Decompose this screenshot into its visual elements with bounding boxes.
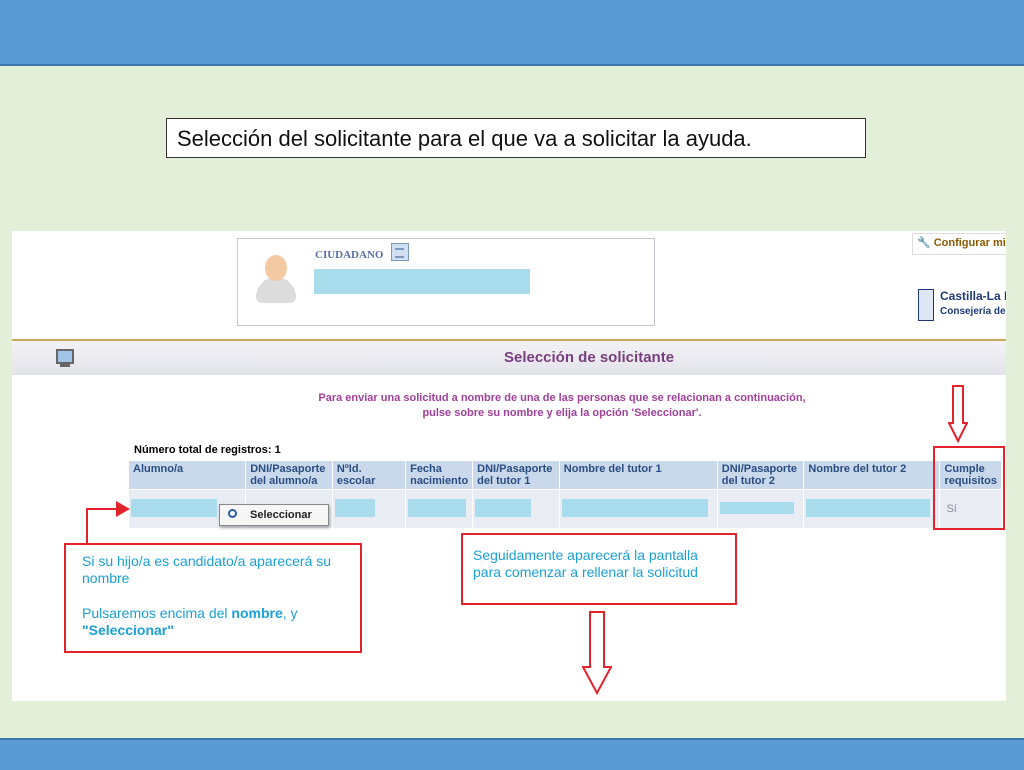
radio-icon bbox=[228, 509, 237, 518]
crest-icon bbox=[918, 289, 934, 321]
requisitos-highlight bbox=[933, 446, 1005, 530]
config-button[interactable]: 🔧 Configurar mi bbox=[912, 233, 1006, 255]
redacted-value bbox=[561, 498, 708, 517]
cell-dni-tutor2 bbox=[716, 489, 805, 529]
redacted-value bbox=[408, 498, 467, 517]
callout-left-line2: Pulsaremos encima del nombre, y bbox=[82, 605, 298, 621]
col-dni-tutor1[interactable]: DNI/Pasaporte del tutor 1 bbox=[472, 460, 560, 490]
pointer-arrowhead-icon bbox=[116, 501, 130, 517]
app-screenshot: CIUDADANO 🔧Configurar mi Castilla-La M C… bbox=[12, 231, 1006, 701]
instruction-line2: pulse sobre su nombre y elija la opción … bbox=[422, 407, 702, 419]
cell-dni-tutor1 bbox=[472, 489, 560, 529]
castilla-logo: Castilla-La M Consejería de E bbox=[918, 287, 1006, 323]
pointer-line-v bbox=[86, 508, 88, 545]
ciudadano-label: CIUDADANO bbox=[315, 249, 384, 261]
slide-bottom-bar bbox=[0, 738, 1024, 770]
callout-middle-text: Seguidamente aparecerá la pantalla para … bbox=[473, 547, 698, 580]
col-id-escolar[interactable]: NºId. escolar bbox=[331, 460, 407, 490]
redacted-value bbox=[131, 498, 217, 517]
instructions: Para enviar una solicitud a nombre de un… bbox=[192, 391, 932, 421]
down-arrow-icon bbox=[582, 611, 612, 695]
user-card: CIUDADANO bbox=[237, 238, 655, 326]
select-label: Seleccionar bbox=[250, 509, 312, 521]
cell-fecha bbox=[405, 489, 474, 529]
redacted-value bbox=[719, 501, 794, 514]
section-header: Selección de solicitante bbox=[12, 341, 1006, 375]
slide-title: Selección del solicitante para el que va… bbox=[166, 118, 866, 158]
record-count: Número total de registros: 1 bbox=[134, 444, 281, 456]
redacted-value bbox=[334, 498, 375, 517]
down-arrow-icon bbox=[948, 385, 968, 443]
cell-nombre-tutor1 bbox=[558, 489, 718, 529]
col-dni-tutor2[interactable]: DNI/Pasaporte del tutor 2 bbox=[716, 460, 805, 490]
avatar-icon bbox=[256, 255, 296, 303]
select-popup[interactable]: Seleccionar bbox=[219, 504, 329, 526]
callout-left-line3: "Seleccionar" bbox=[82, 622, 174, 638]
col-alumno[interactable]: Alumno/a bbox=[127, 460, 247, 490]
cell-nombre-tutor2 bbox=[803, 489, 941, 529]
logo-line2: Consejería de E bbox=[940, 306, 1006, 317]
slide-top-bar bbox=[0, 0, 1024, 66]
pointer-line-h bbox=[86, 508, 120, 510]
col-nombre-tutor1[interactable]: Nombre del tutor 1 bbox=[558, 460, 718, 490]
user-name-redacted bbox=[314, 269, 530, 294]
wrench-icon: 🔧 bbox=[917, 237, 931, 249]
col-nombre-tutor2[interactable]: Nombre del tutor 2 bbox=[803, 460, 941, 490]
callout-left-line1: Si su hijo/a es candidato/a aparecerá su… bbox=[82, 553, 332, 586]
callout-left: Si su hijo/a es candidato/a aparecerá su… bbox=[64, 543, 362, 653]
config-label: Configurar mi bbox=[933, 237, 1006, 249]
callout-middle: Seguidamente aparecerá la pantalla para … bbox=[461, 533, 737, 605]
instruction-line1: Para enviar una solicitud a nombre de un… bbox=[318, 392, 806, 404]
logo-line1: Castilla-La M bbox=[940, 289, 1006, 303]
section-title: Selección de solicitante bbox=[503, 349, 675, 366]
table-header-row: Alumno/a DNI/Pasaporte del alumno/a NºId… bbox=[127, 460, 1002, 490]
cell-id-escolar bbox=[331, 489, 407, 529]
redacted-value bbox=[475, 498, 532, 517]
col-dni-alumno[interactable]: DNI/Pasaporte del alumno/a bbox=[245, 460, 333, 490]
redacted-value bbox=[806, 498, 931, 517]
document-icon[interactable] bbox=[391, 243, 409, 261]
col-fecha-nacimiento[interactable]: Fecha nacimiento bbox=[405, 460, 474, 490]
